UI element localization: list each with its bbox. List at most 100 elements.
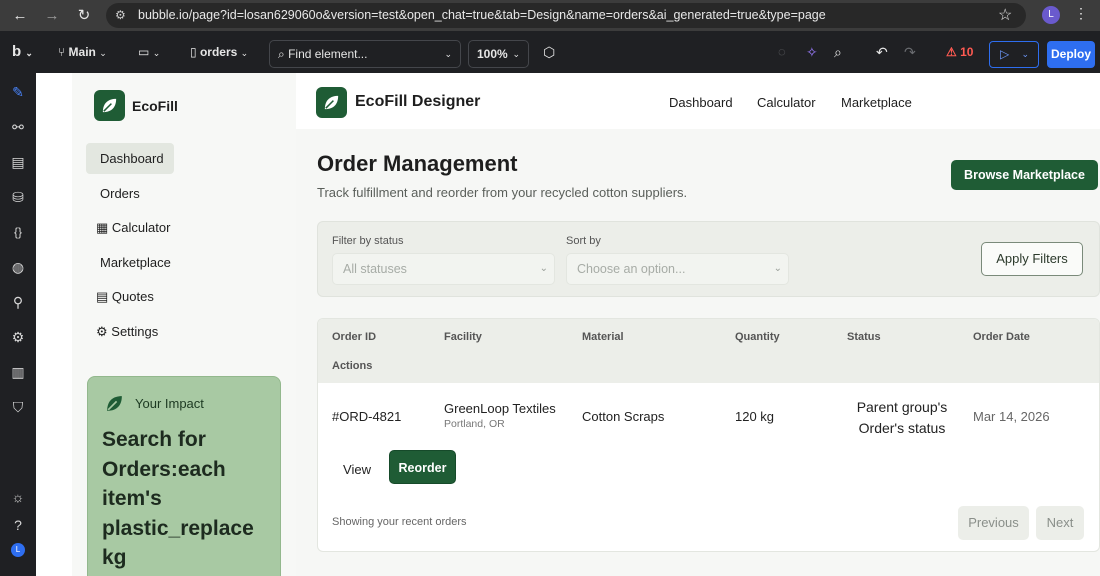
user-avatar[interactable]: L [11,543,25,557]
help-icon[interactable]: ? [9,516,27,534]
leaf-logo-icon [316,87,347,118]
document-icon: ▤ [96,289,109,304]
chevron-down-icon: ⌄ [152,48,161,58]
sidebar-item-label: Calculator [111,220,171,235]
bookmark-star-icon[interactable]: ☆ [998,5,1012,25]
sort-select[interactable]: Choose an option... ⌄ [566,253,789,285]
browser-menu-icon[interactable]: ⋮ [1074,5,1088,22]
undo-icon[interactable]: ↶ [876,31,888,73]
database-icon[interactable]: ⛁ [9,188,27,206]
reload-icon[interactable]: ↻ [74,6,94,26]
sidebar-brand: EcoFill [132,98,178,114]
sidebar-item-dashboard[interactable]: Dashboard [86,143,174,174]
browser-toolbar: ← → ↻ ⚙ bubble.io/page?id=losan629060o&v… [0,0,1100,31]
cube-icon[interactable]: ⬡ [543,31,555,73]
gear-icon: ⚙ [96,324,108,339]
warning-icon: ⚠ [946,45,957,59]
status-filter-select[interactable]: All statuses ⌄ [332,253,555,285]
layout-icon[interactable]: ▤ [9,153,27,171]
status-filter-value: All statuses [343,262,407,276]
find-element-placeholder: Find element... [288,47,368,61]
column-header-order-date: Order Date [973,331,1030,343]
workflow-braces-icon[interactable]: {} [9,223,27,241]
chevron-down-icon: ⌄ [99,48,107,58]
topnav-calculator-link[interactable]: Calculator [757,95,816,110]
facility-location: Portland, OR [444,418,505,430]
browse-marketplace-button[interactable]: Browse Marketplace [951,160,1098,190]
impact-title: Your Impact [135,396,204,411]
design-pencil-icon[interactable]: ✎ [9,83,27,101]
magic-wand-icon[interactable]: ✧ [806,31,818,73]
page-selector[interactable]: ▯ orders ⌄ [190,31,248,73]
page-title: Order Management [317,151,518,176]
material-cell: Cotton Scraps [582,409,665,424]
settings-icon[interactable]: ⚙ [9,328,27,346]
calculator-icon: ▦ [96,220,109,235]
profile-avatar[interactable]: L [1042,6,1060,24]
sort-label: Sort by [566,235,601,247]
deploy-button[interactable]: Deploy [1047,41,1095,68]
page-name: orders [199,45,238,59]
find-element-input[interactable]: ⌕ Find element... ⌄ [269,40,461,68]
order-id-cell: #ORD-4821 [332,409,402,424]
leaf-icon [102,98,117,113]
device-selector[interactable]: ▭ ⌄ [138,31,160,73]
check-circle-icon[interactable]: ◌ [778,31,786,73]
topnav-marketplace-link[interactable]: Marketplace [841,95,912,110]
plugin-icon[interactable]: ⚲ [9,293,27,311]
sidebar-item-orders[interactable]: Orders [86,178,140,209]
search-icon: ⌕ [278,47,285,61]
page-icon: ▯ [190,45,197,59]
sun-icon[interactable]: ☼ [9,488,27,506]
shield-icon[interactable]: ⛉ [9,398,27,416]
impact-card: Your Impact Search for Orders:each item'… [87,376,281,576]
editor-left-rail: ✎ ⚯ ▤ ⛁ {} ◍ ⚲ ⚙ ▥ ⛉ ☼ ? L [0,73,36,576]
view-button[interactable]: View [332,454,382,486]
bubble-logo-text: b [12,43,22,60]
sidebar-item-label: Settings [111,324,159,339]
search-icon[interactable]: ⌕ [834,31,842,73]
sidebar-item-marketplace[interactable]: Marketplace [86,247,171,278]
editor-canvas: EcoFill Dashboard Orders ▦ Calculator Ma… [36,73,1100,576]
zoom-selector[interactable]: 100% ⌄ [468,40,529,68]
redo-icon[interactable]: ↷ [904,31,916,73]
topnav-dashboard-link[interactable]: Dashboard [669,95,733,110]
branch-icon: ⑂ [58,45,66,59]
page-subtitle: Track fulfillment and reorder from your … [317,185,688,200]
impact-value-text: Search for Orders:each item's plastic_re… [102,428,254,569]
sidebar-item-calculator[interactable]: ▦ Calculator [86,212,170,243]
chevron-down-icon: ⌄ [1021,49,1029,59]
issues-count: 10 [960,45,974,59]
apply-filters-button[interactable]: Apply Filters [981,242,1083,276]
sidebar-item-settings[interactable]: ⚙ Settings [86,316,158,347]
site-settings-icon[interactable]: ⚙ [115,8,126,22]
column-header-material: Material [582,331,624,343]
forward-arrow-icon[interactable]: → [42,6,62,26]
status-cell: Parent group's Order's status [856,399,948,436]
order-date-cell: Mar 14, 2026 [973,409,1050,424]
branch-selector[interactable]: ⑂ Main ⌄ [58,31,107,73]
status-filter-label: Filter by status [332,235,404,247]
leaf-icon [324,95,339,110]
analytics-icon[interactable]: ▥ [9,363,27,381]
previous-page-button[interactable]: Previous [958,506,1029,540]
editor-toolbar: b ⌄ ⑂ Main ⌄ ▭ ⌄ ▯ orders ⌄ ⌕ Find eleme… [0,31,1100,73]
address-bar[interactable]: ⚙ bubble.io/page?id=losan629060o&version… [106,3,1026,28]
bubble-logo[interactable]: b ⌄ [12,31,33,73]
chevron-down-icon: ⌄ [773,263,782,274]
leaf-logo-icon [94,90,125,121]
canvas-gutter [36,73,72,576]
sidebar-item-label: Marketplace [100,255,171,270]
sort-value: Choose an option... [577,262,686,276]
sidebar-item-label: Orders [100,186,140,201]
element-tree-icon[interactable]: ⚯ [9,118,27,136]
next-page-button[interactable]: Next [1036,506,1084,540]
issues-indicator[interactable]: ⚠ 10 [946,31,973,73]
preview-button[interactable]: ▷ ⌄ [989,41,1039,68]
chevron-down-icon: ⌄ [240,48,249,58]
sidebar-item-quotes[interactable]: ▤ Quotes [86,281,154,312]
globe-icon[interactable]: ◍ [9,258,27,276]
table-header: Order ID Facility Material Quantity Stat… [318,319,1099,383]
reorder-button[interactable]: Reorder [389,450,456,484]
back-arrow-icon[interactable]: ← [10,6,30,26]
